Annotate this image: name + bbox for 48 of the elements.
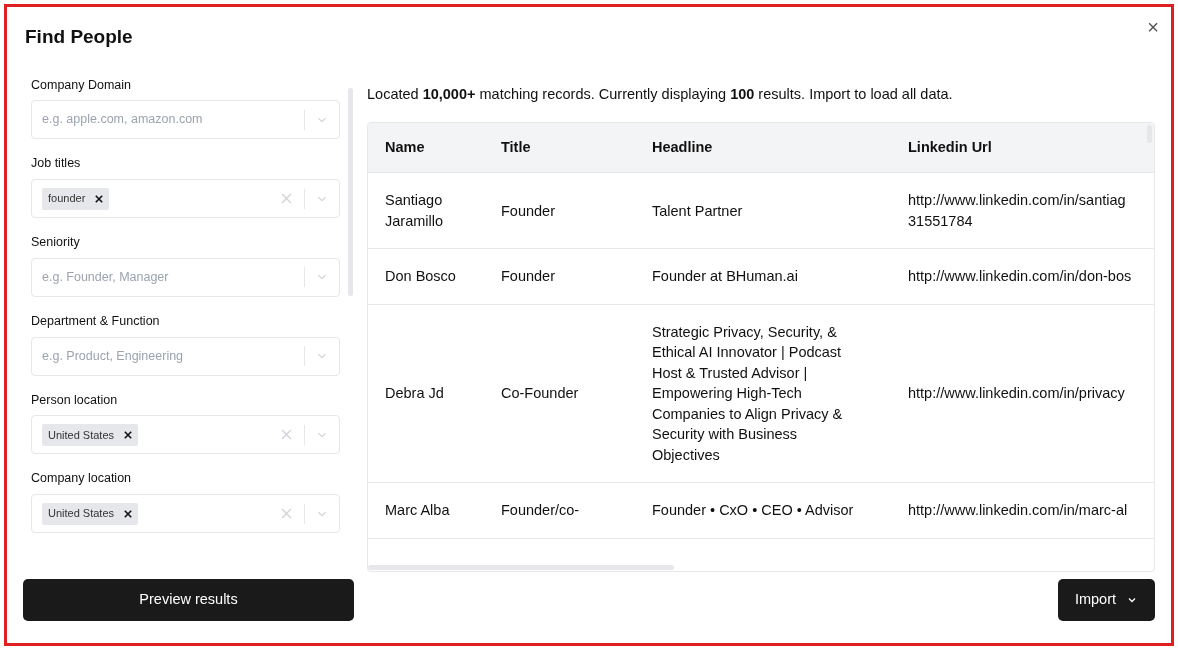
field-label: Company Domain xyxy=(31,76,133,94)
tag-label: United States xyxy=(48,427,115,443)
placeholder-text: e.g. Founder, Manager xyxy=(42,268,169,286)
select-field[interactable]: United States xyxy=(31,415,340,455)
column-header: Headline xyxy=(652,137,714,157)
table-cell-text: http://www.linkedin.com/in/don-bos xyxy=(908,267,1133,287)
remove-icon[interactable] xyxy=(124,430,133,439)
preview-results-button[interactable]: Preview results xyxy=(23,579,354,621)
table-cell-text: http://www.linkedin.com/in/marc-al xyxy=(908,501,1129,521)
field-label: Job titles xyxy=(31,155,82,173)
dialog-title: Find People xyxy=(25,25,133,49)
clear-icon[interactable] xyxy=(281,193,292,204)
table-cell-text: Debra Jd xyxy=(385,384,445,404)
select-field[interactable]: founder xyxy=(31,179,340,218)
table-cell-text: Don Bosco xyxy=(385,267,457,287)
close-button[interactable]: × xyxy=(1147,17,1159,37)
table-cell-text: Founder at BHuman.ai xyxy=(652,267,799,287)
results-summary: Located 10,000+ matching records. Currently displaying 100 results. Import to load all data. xyxy=(367,84,954,104)
field-label: Department & Function xyxy=(31,312,161,330)
placeholder-text: e.g. Product, Engineering xyxy=(42,347,184,365)
clear-icon[interactable] xyxy=(281,508,292,519)
field-label: Seniority xyxy=(31,234,81,251)
table-cell-text: Marc Alba xyxy=(385,501,451,521)
table-cell-text: Santiago Jaramillo xyxy=(385,191,444,231)
table-cell-text: Co-Founder xyxy=(501,384,580,404)
remove-icon[interactable] xyxy=(95,194,104,203)
table-cell-text: http://www.linkedin.com/in/santiag 31551784 xyxy=(908,191,1127,231)
select-field[interactable]: United States xyxy=(31,494,340,533)
clear-icon[interactable] xyxy=(281,429,292,441)
table-cell-text: Founder/co- xyxy=(501,501,581,521)
field-label: Company location xyxy=(31,470,133,488)
horizontal-scrollbar[interactable] xyxy=(368,565,674,571)
table-cell-text: http://www.linkedin.com/in/privacy xyxy=(908,384,1126,404)
scrollbar[interactable] xyxy=(348,87,353,296)
table-cell-text: Founder xyxy=(501,201,556,221)
field-label: Person location xyxy=(31,391,119,409)
column-header: Title xyxy=(501,137,532,157)
column-header: Name xyxy=(385,137,426,157)
remove-icon[interactable] xyxy=(124,509,133,518)
import-button[interactable]: Import xyxy=(1057,579,1155,621)
tag-label: founder xyxy=(48,191,86,207)
table-cell-text: Strategic Privacy, Security, & Ethical AI Innovator | Podcast Host & Trusted Advisor | Empowering High-Tech Companies to Align Privacy & Security with Business Objectives xyxy=(652,322,844,465)
column-header: Linkedin Url xyxy=(908,137,993,157)
placeholder-text: e.g. apple.com, amazon.com xyxy=(42,111,203,129)
table-cell-text: Founder • CxO • CEO • Advisor xyxy=(652,501,855,521)
tag-label: United States xyxy=(48,506,115,522)
table-cell-text: Talent Partner xyxy=(652,201,744,221)
table-cell-text: Founder xyxy=(501,267,556,287)
